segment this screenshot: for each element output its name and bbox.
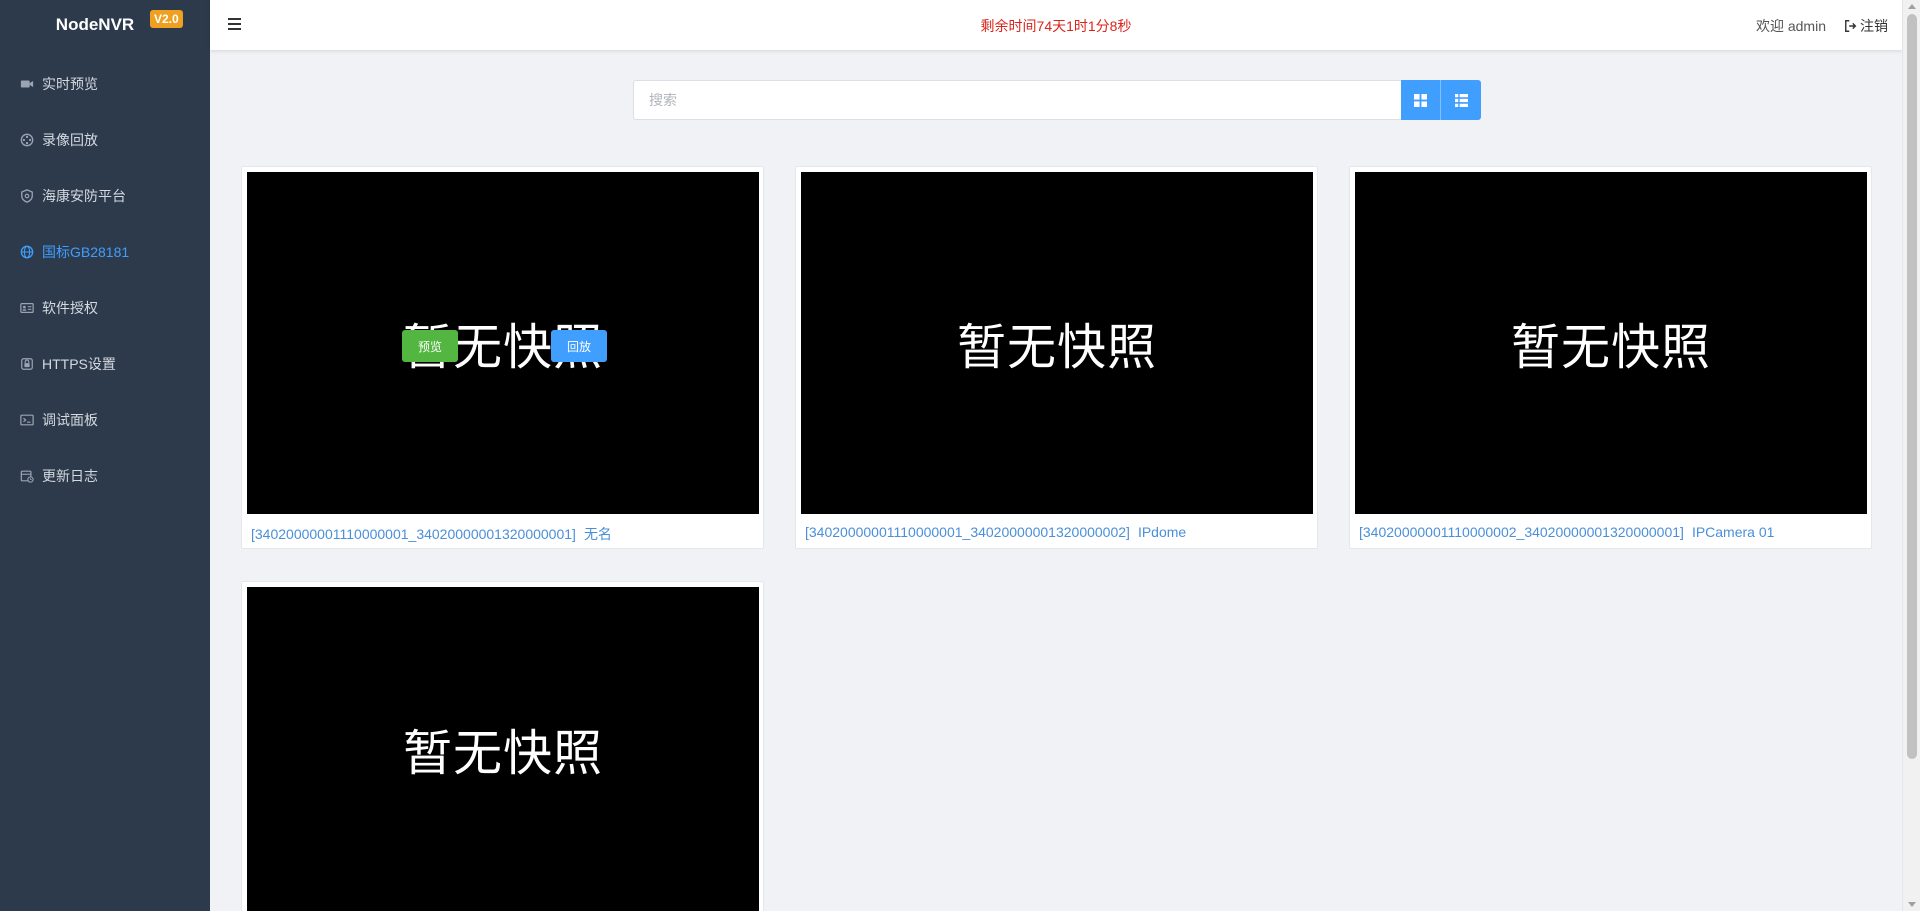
sidebar-item-license[interactable]: 软件授权 xyxy=(0,280,210,336)
grid-view-button[interactable] xyxy=(1401,80,1441,120)
logout-button[interactable]: 注销 xyxy=(1844,16,1888,36)
preview-button[interactable]: 预览 xyxy=(402,330,458,362)
video-camera-icon xyxy=(20,77,34,91)
channel-name: 无名 xyxy=(583,526,612,542)
sign-out-icon xyxy=(1845,20,1857,32)
playback-button[interactable]: 回放 xyxy=(551,330,607,362)
app-name: NodeNVR xyxy=(55,15,135,34)
channel-id: [34020000001110000002_340200000013200000… xyxy=(1359,524,1684,540)
sidebar-item-playback[interactable]: 录像回放 xyxy=(0,112,210,168)
sidebar-item-label: 海康安防平台 xyxy=(42,188,126,204)
channel-title-link[interactable]: [34020000001110000001_340200000013200000… xyxy=(251,524,612,544)
channel-title-link[interactable]: [34020000001110000001_340200000013200000… xyxy=(805,524,1186,540)
sidebar-item-label: 更新日志 xyxy=(42,468,98,484)
list-view-button[interactable] xyxy=(1441,80,1481,120)
channel-name: IPCamera 01 xyxy=(1691,524,1775,540)
page-scrollbar[interactable] xyxy=(1902,0,1920,911)
logout-label: 注销 xyxy=(1860,18,1888,34)
no-snapshot-text: 暂无快照 xyxy=(1510,318,1711,376)
sidebar-item-gb28181[interactable]: 国标GB28181 xyxy=(0,224,210,280)
channel-id: [34020000001110000001_340200000013200000… xyxy=(251,526,576,542)
film-reel-icon xyxy=(20,133,34,147)
id-card-icon xyxy=(20,301,34,315)
no-snapshot-text: 暂无快照 xyxy=(956,318,1157,376)
terminal-icon xyxy=(20,413,34,427)
sidebar: NodeNVR V2.0 实时预览 录像回放 海康安防平台 国标GB28181 … xyxy=(0,0,210,911)
sidebar-item-label: 国标GB28181 xyxy=(42,244,130,260)
snapshot-placeholder[interactable]: 暂无快照 xyxy=(1355,172,1867,514)
sidebar-item-live-preview[interactable]: 实时预览 xyxy=(0,56,210,112)
sidebar-item-https[interactable]: HTTPS设置 xyxy=(0,336,210,392)
sidebar-item-changelog[interactable]: 更新日志 xyxy=(0,448,210,504)
list-view-icon xyxy=(1454,93,1468,107)
calendar-log-icon xyxy=(20,469,34,483)
sidebar-item-label: 软件授权 xyxy=(42,300,98,316)
no-snapshot-text: 暂无快照 xyxy=(402,725,603,782)
shield-icon xyxy=(20,189,34,203)
globe-icon xyxy=(20,245,34,259)
app-logo: NodeNVR V2.0 xyxy=(0,0,210,50)
sidebar-item-label: HTTPS设置 xyxy=(42,356,116,372)
snapshot-placeholder[interactable]: 暂无快照 预览 回放 xyxy=(247,172,759,514)
lock-icon xyxy=(20,357,34,371)
grid-view-icon xyxy=(1414,93,1427,107)
channel-card[interactable]: 暂无快照 xyxy=(241,581,764,911)
scroll-down-arrow-icon[interactable] xyxy=(1908,902,1916,907)
snapshot-placeholder[interactable]: 暂无快照 xyxy=(801,172,1313,514)
channel-title-link[interactable]: [34020000001110000002_340200000013200000… xyxy=(1359,524,1774,540)
welcome-text: 欢迎 admin xyxy=(1755,18,1826,34)
snapshot-placeholder[interactable]: 暂无快照 xyxy=(247,587,759,911)
channel-name: IPdome xyxy=(1137,524,1187,540)
top-header: 剩余时间74天1时1分8秒 欢迎 admin 注销 xyxy=(210,0,1902,50)
channel-card[interactable]: 暂无快照 [34020000001110000002_3402000000132… xyxy=(1349,166,1872,549)
scroll-up-arrow-icon[interactable] xyxy=(1908,4,1916,9)
channel-id: [34020000001110000001_340200000013200000… xyxy=(805,524,1130,540)
sidebar-item-hikvision-platform[interactable]: 海康安防平台 xyxy=(0,168,210,224)
remaining-time: 剩余时间74天1时1分8秒 xyxy=(980,18,1132,34)
search-bar xyxy=(633,80,1481,120)
search-input[interactable] xyxy=(633,80,1401,120)
sidebar-item-label: 实时预览 xyxy=(42,76,98,92)
channel-card[interactable]: 暂无快照 [34020000001110000001_3402000000132… xyxy=(795,166,1318,549)
header-user-area: 欢迎 admin 注销 xyxy=(1756,16,1888,36)
sidebar-item-label: 调试面板 xyxy=(42,412,98,428)
sidebar-item-label: 录像回放 xyxy=(42,132,98,148)
version-badge: V2.0 xyxy=(150,10,183,28)
sidebar-item-debug[interactable]: 调试面板 xyxy=(0,392,210,448)
scrollbar-thumb[interactable] xyxy=(1907,14,1917,759)
channel-card[interactable]: 暂无快照 预览 回放 [34020000001110000001_3402000… xyxy=(241,166,764,549)
sidebar-menu: 实时预览 录像回放 海康安防平台 国标GB28181 软件授权 HTTPS设置 … xyxy=(0,56,210,504)
